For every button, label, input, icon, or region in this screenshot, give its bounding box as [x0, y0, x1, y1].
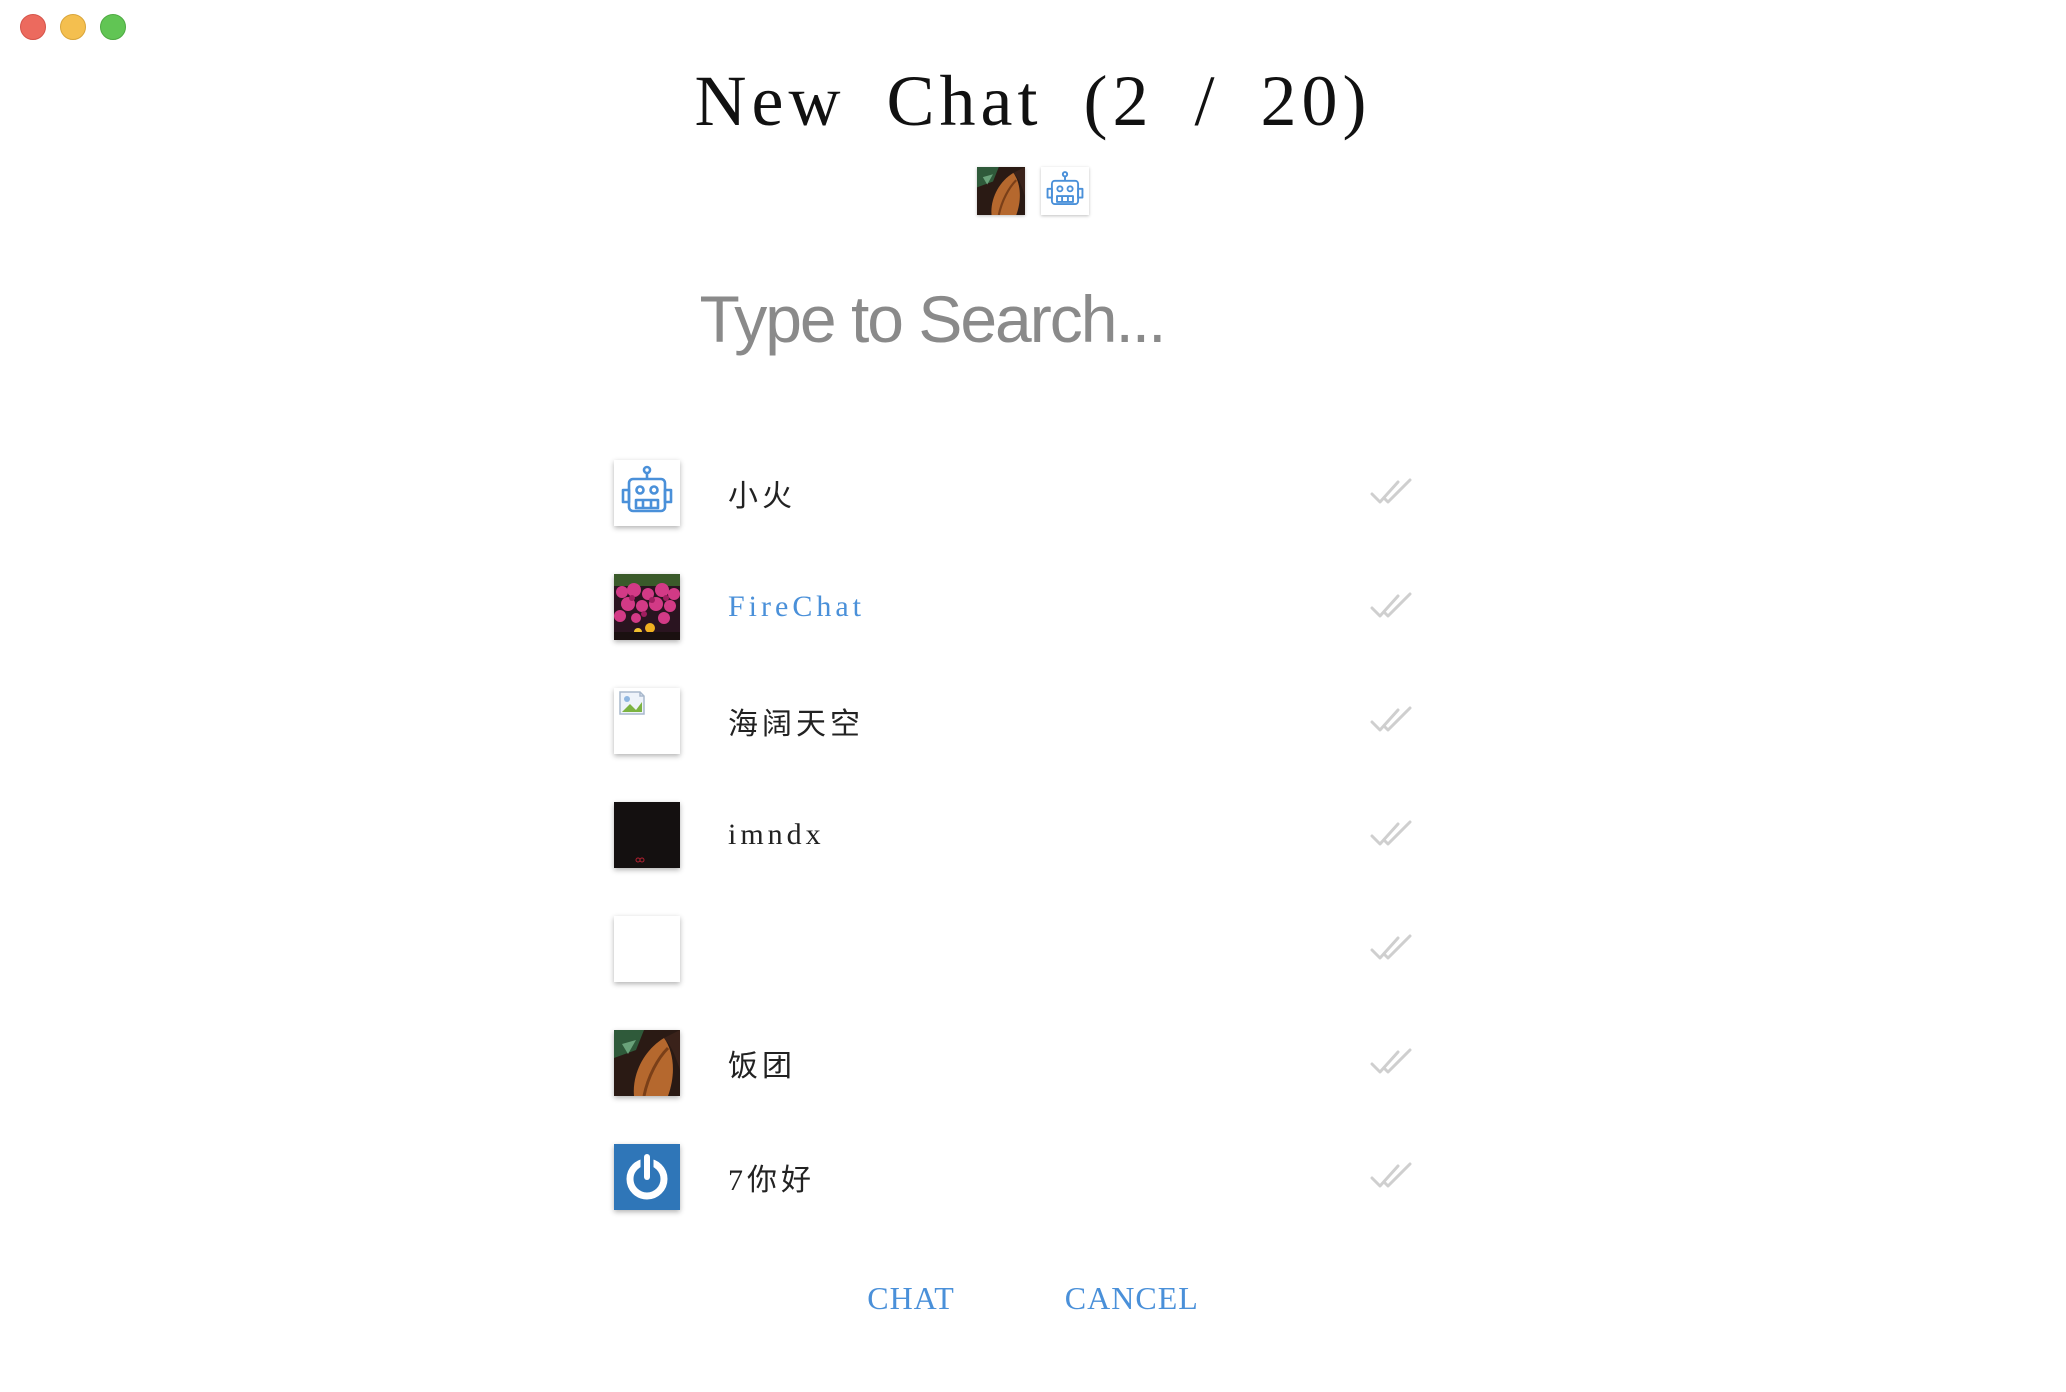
- double-check-icon[interactable]: [1370, 592, 1414, 622]
- double-check-icon[interactable]: [1370, 706, 1414, 736]
- contact-row[interactable]: 海阔天空: [614, 664, 1414, 778]
- double-check-icon[interactable]: [1370, 478, 1414, 508]
- contact-name: 饭团: [728, 1050, 796, 1083]
- search-input[interactable]: [600, 280, 1264, 358]
- contact-name: 7你好: [728, 1164, 815, 1197]
- window-controls: [20, 14, 126, 40]
- robot-icon: [614, 460, 680, 526]
- close-window-button[interactable]: [20, 14, 46, 40]
- contact-row[interactable]: 7你好: [614, 1120, 1414, 1234]
- page-title: New Chat (2 / 20): [694, 61, 1372, 141]
- double-check-icon[interactable]: [1370, 934, 1414, 964]
- contact-row[interactable]: 小火: [614, 436, 1414, 550]
- flowers-avatar: [614, 574, 680, 640]
- minimize-window-button[interactable]: [60, 14, 86, 40]
- power-icon: [614, 1144, 680, 1210]
- contact-list: 小火 FireChat 海阔天空 imndx 饭团 7你好: [614, 436, 1414, 1234]
- contact-row[interactable]: imndx: [614, 778, 1414, 892]
- contact-row[interactable]: [614, 892, 1414, 1006]
- contact-row[interactable]: FireChat: [614, 550, 1414, 664]
- broken-image-icon: [614, 688, 680, 754]
- contact-name: FireChat: [728, 590, 865, 623]
- contact-name: 海阔天空: [728, 708, 864, 741]
- selected-avatar-leaf-photo[interactable]: [977, 167, 1025, 215]
- cancel-button[interactable]: CANCEL: [1065, 1280, 1199, 1317]
- contact-name: 小火: [728, 480, 796, 513]
- selected-contacts: [0, 167, 2066, 215]
- contact-name: imndx: [728, 818, 825, 851]
- double-check-icon[interactable]: [1370, 1048, 1414, 1078]
- chat-button[interactable]: CHAT: [867, 1280, 955, 1317]
- dialog-actions: CHAT CANCEL: [0, 1280, 2066, 1317]
- double-check-icon[interactable]: [1370, 1162, 1414, 1192]
- dark-avatar: [614, 802, 680, 868]
- leaf-avatar: [614, 1030, 680, 1096]
- selected-avatar-robot-icon[interactable]: [1041, 167, 1089, 215]
- double-check-icon[interactable]: [1370, 820, 1414, 850]
- maximize-window-button[interactable]: [100, 14, 126, 40]
- contact-row[interactable]: 饭团: [614, 1006, 1414, 1120]
- blank-avatar: [614, 916, 680, 982]
